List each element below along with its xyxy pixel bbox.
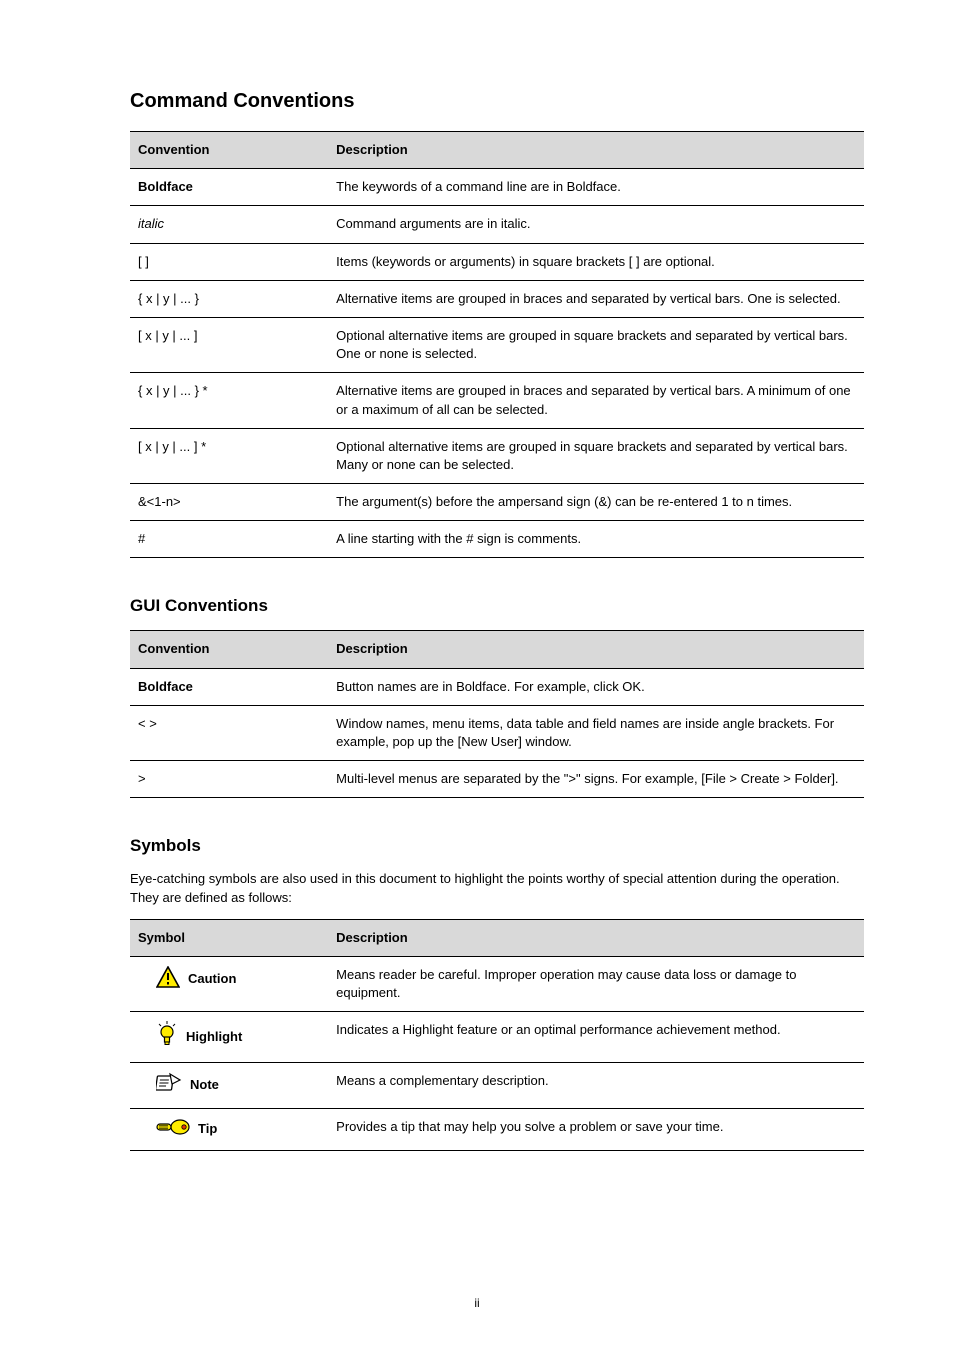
page: Command Conventions Convention Descripti… xyxy=(0,0,954,1350)
description-cell: Optional alternative items are grouped i… xyxy=(328,317,864,372)
symbol-label: Note xyxy=(190,1076,219,1094)
table-header-description: Description xyxy=(328,919,864,956)
gui-conventions-heading: GUI Conventions xyxy=(130,596,864,616)
symbols-description: Eye-catching symbols are also used in th… xyxy=(130,870,864,906)
convention-cell: [ ] xyxy=(130,243,328,280)
description-cell: Button names are in Boldface. For exampl… xyxy=(328,668,864,705)
description-cell: Provides a tip that may help you solve a… xyxy=(328,1108,864,1150)
table-row: [ ] Items (keywords or arguments) in squ… xyxy=(130,243,864,280)
description-cell: Optional alternative items are grouped i… xyxy=(328,428,864,483)
gui-conventions-table: Convention Description Boldface Button n… xyxy=(130,630,864,798)
page-number: ii xyxy=(0,1296,954,1310)
convention-cell: Boldface xyxy=(138,179,193,194)
convention-cell: [ x | y | ... ] xyxy=(130,317,328,372)
table-row: Tip Provides a tip that may help you sol… xyxy=(130,1108,864,1150)
table-row: Caution Means reader be careful. Imprope… xyxy=(130,956,864,1011)
convention-cell: Boldface xyxy=(138,679,193,694)
description-cell: Alternative items are grouped in braces … xyxy=(328,373,864,428)
table-row: { x | y | ... } * Alternative items are … xyxy=(130,373,864,428)
description-cell: Window names, menu items, data table and… xyxy=(328,705,864,760)
table-row: [ x | y | ... ] * Optional alternative i… xyxy=(130,428,864,483)
symbols-heading: Symbols xyxy=(130,836,864,856)
convention-cell: &<1-n> xyxy=(130,484,328,521)
table-row: { x | y | ... } Alternative items are gr… xyxy=(130,280,864,317)
table-header-convention: Convention xyxy=(130,132,328,169)
table-row: Note Means a complementary description. xyxy=(130,1062,864,1108)
symbol-label: Caution xyxy=(188,970,236,988)
table-header-symbol: Symbol xyxy=(130,919,328,956)
description-cell: The keywords of a command line are in Bo… xyxy=(328,169,864,206)
table-header-convention: Convention xyxy=(130,631,328,668)
command-conventions-table: Convention Description Boldface The keyw… xyxy=(130,131,864,558)
table-row: &<1-n> The argument(s) before the ampers… xyxy=(130,484,864,521)
note-icon xyxy=(156,1072,182,1099)
symbols-table: Symbol Description Cau xyxy=(130,919,864,1151)
symbol-label: Tip xyxy=(198,1120,217,1138)
description-cell: A line starting with the # sign is comme… xyxy=(328,521,864,558)
table-header-description: Description xyxy=(328,132,864,169)
table-row: Boldface Button names are in Boldface. F… xyxy=(130,668,864,705)
description-cell: Means a complementary description. xyxy=(328,1062,864,1108)
table-row: # A line starting with the # sign is com… xyxy=(130,521,864,558)
table-row: < > Window names, menu items, data table… xyxy=(130,705,864,760)
convention-cell: > xyxy=(130,761,328,798)
table-row: > Multi-level menus are separated by the… xyxy=(130,761,864,798)
highlight-icon xyxy=(156,1021,178,1052)
convention-cell: italic xyxy=(138,216,164,231)
convention-cell: # xyxy=(130,521,328,558)
table-row: Highlight Indicates a Highlight feature … xyxy=(130,1012,864,1062)
convention-cell: [ x | y | ... ] * xyxy=(130,428,328,483)
table-header-description: Description xyxy=(328,631,864,668)
description-cell: Command arguments are in italic. xyxy=(328,206,864,243)
tip-icon xyxy=(156,1118,190,1141)
convention-cell: < > xyxy=(130,705,328,760)
table-row: italic Command arguments are in italic. xyxy=(130,206,864,243)
description-cell: Alternative items are grouped in braces … xyxy=(328,280,864,317)
convention-cell: { x | y | ... } * xyxy=(130,373,328,428)
description-cell: Multi-level menus are separated by the "… xyxy=(328,761,864,798)
description-cell: The argument(s) before the ampersand sig… xyxy=(328,484,864,521)
description-cell: Means reader be careful. Improper operat… xyxy=(328,956,864,1011)
description-cell: Items (keywords or arguments) in square … xyxy=(328,243,864,280)
caution-icon xyxy=(156,966,180,993)
command-conventions-heading: Command Conventions xyxy=(130,90,864,113)
symbol-label: Highlight xyxy=(186,1028,242,1046)
table-row: [ x | y | ... ] Optional alternative ite… xyxy=(130,317,864,372)
description-cell: Indicates a Highlight feature or an opti… xyxy=(328,1012,864,1062)
convention-cell: { x | y | ... } xyxy=(130,280,328,317)
table-row: Boldface The keywords of a command line … xyxy=(130,169,864,206)
